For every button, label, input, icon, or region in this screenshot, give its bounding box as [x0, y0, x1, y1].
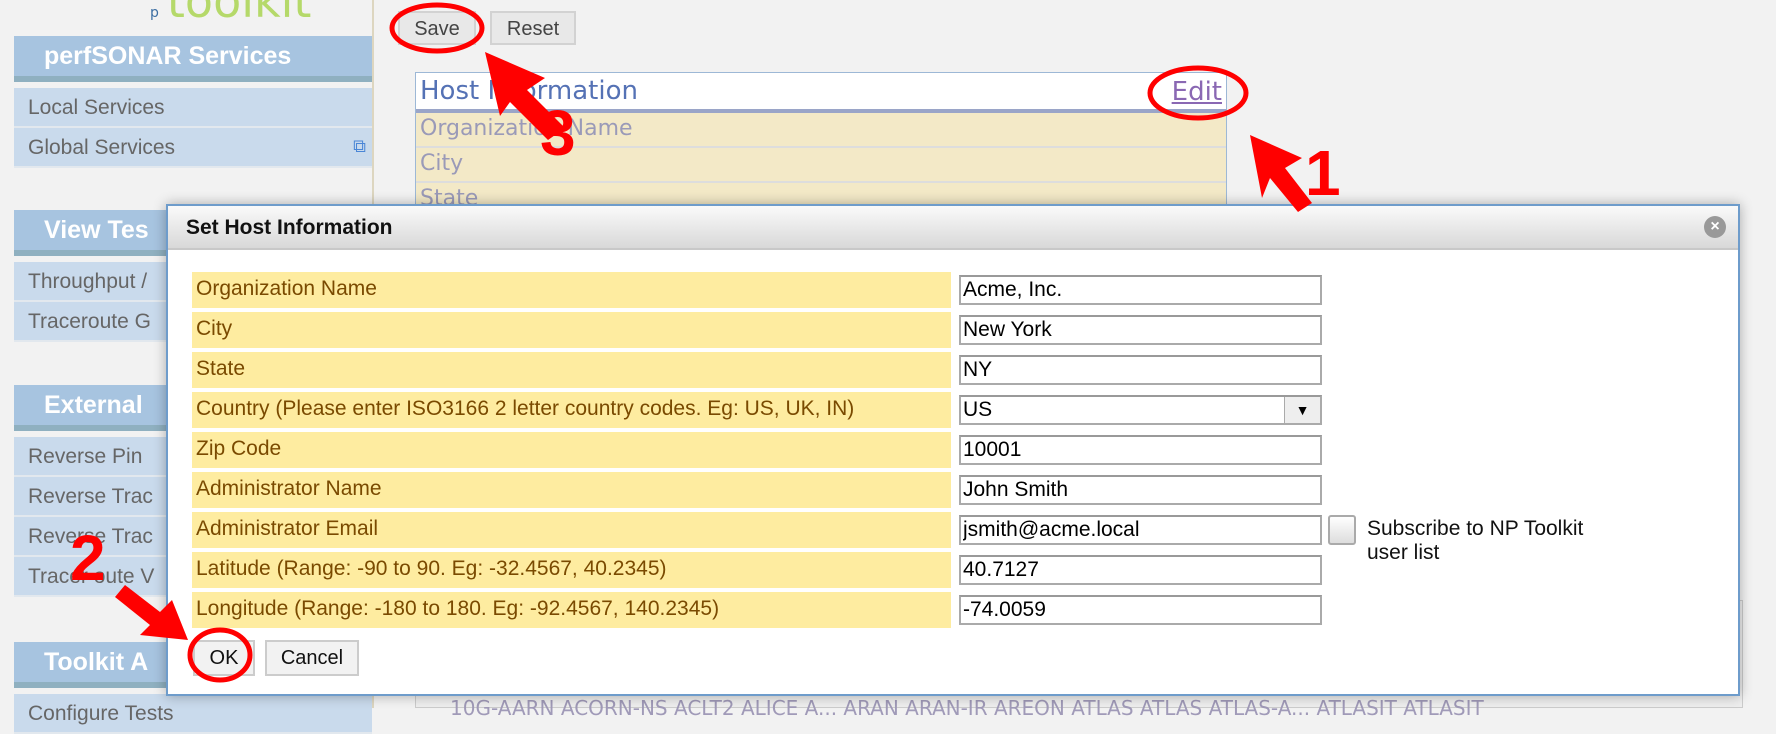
annotation-circle-edit [1147, 65, 1249, 121]
annotation-number-2: 2 [70, 522, 106, 594]
annotation-circle-save [389, 2, 485, 54]
annotation-circle-ok [187, 627, 253, 683]
annotation-arrow-1 [1250, 135, 1312, 212]
annotation-number-1: 1 [1305, 137, 1341, 209]
annotation-number-3: 3 [540, 97, 576, 169]
annotation-arrow-2 [115, 585, 188, 640]
annotation-overlay: 3 1 2 [70, 2, 1341, 683]
